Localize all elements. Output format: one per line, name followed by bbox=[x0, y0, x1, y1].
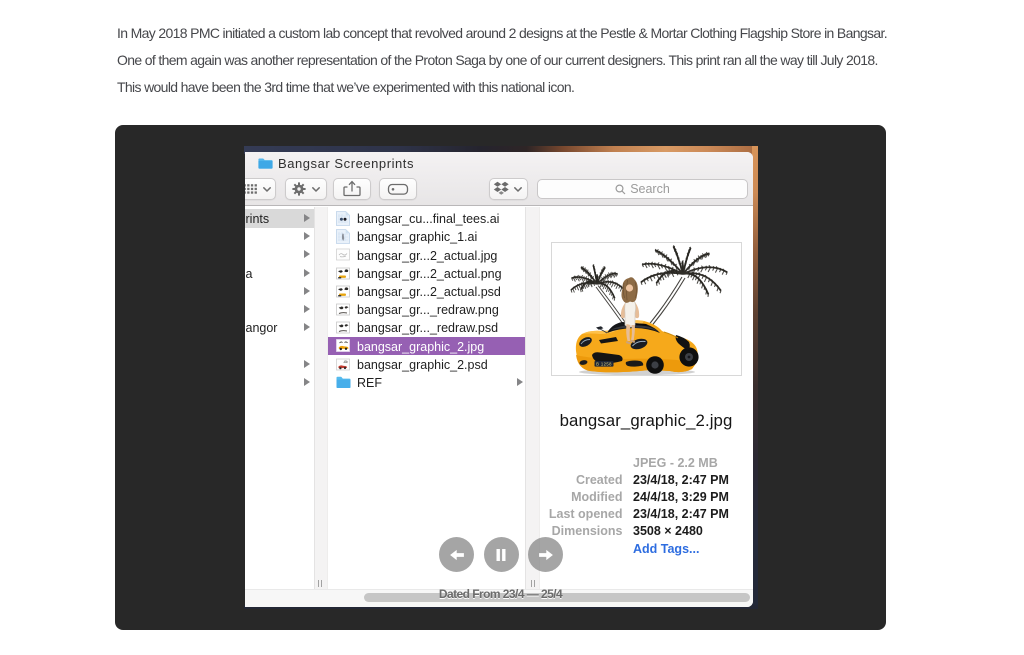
svg-text:B 1258: B 1258 bbox=[596, 362, 612, 367]
